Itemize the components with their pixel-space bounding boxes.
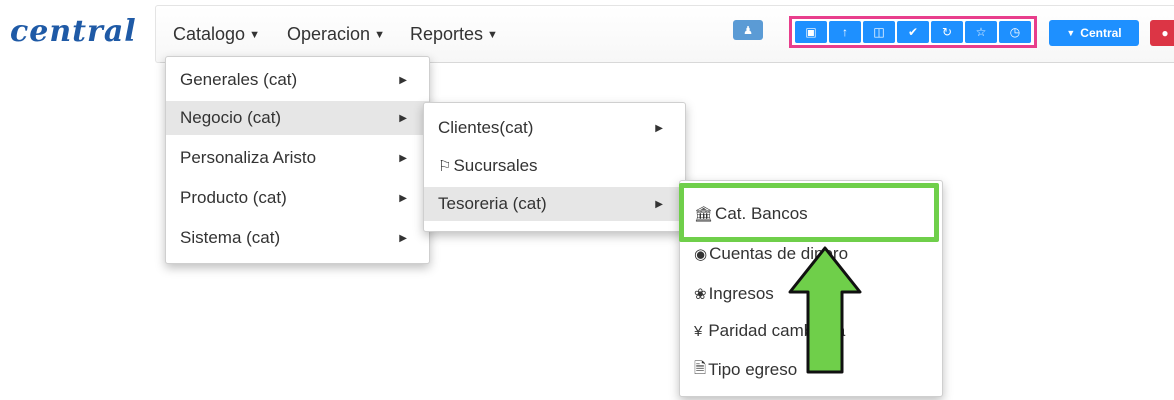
brand-logo[interactable]: central bbox=[10, 14, 137, 49]
menu-item-tesoreria[interactable]: Tesoreria (cat) ▶ bbox=[424, 187, 685, 221]
shield-icon: ◫ bbox=[873, 25, 885, 39]
gear-icon: ❀ bbox=[694, 286, 707, 303]
caret-right-icon: ▶ bbox=[655, 198, 663, 210]
menu-item-sistema[interactable]: Sistema (cat) ▶ bbox=[166, 221, 429, 255]
caret-down-icon: ▼ bbox=[487, 29, 498, 41]
tesoreria-submenu: 🏛 Cat. Bancos ◉ Cuentas de dinero ❀ Ingr… bbox=[679, 180, 943, 397]
menu-item-label: Cuentas de dinero bbox=[709, 244, 849, 263]
menu-item-tipo-egreso[interactable]: 🗎 Tipo egreso bbox=[680, 353, 942, 387]
box-button[interactable]: ▣ bbox=[795, 21, 827, 43]
check-button[interactable]: ✔ bbox=[897, 21, 929, 43]
upload-button[interactable]: ↑ bbox=[829, 21, 861, 43]
menu-item-generales[interactable]: Generales (cat) ▶ bbox=[166, 63, 429, 97]
star-button[interactable]: ☆ bbox=[965, 21, 997, 43]
menu-item-label: Tesoreria (cat) bbox=[438, 194, 547, 213]
menu-item-label: Personaliza Aristo bbox=[180, 148, 317, 167]
caret-right-icon: ▶ bbox=[399, 192, 407, 204]
refresh-button[interactable]: ↻ bbox=[931, 21, 963, 43]
menu-item-label: Sistema (cat) bbox=[180, 228, 281, 247]
caret-down-icon: ▼ bbox=[249, 29, 260, 41]
central-button-label: Central bbox=[1080, 26, 1122, 40]
menu-item-clientes[interactable]: Clientes(cat) ▶ bbox=[424, 111, 685, 145]
box-icon: ▣ bbox=[805, 25, 817, 39]
menu-item-label: Producto (cat) bbox=[180, 188, 287, 207]
upload-icon: ↑ bbox=[842, 25, 848, 39]
menu-item-sucursales[interactable]: ⚐ Sucursales bbox=[424, 149, 685, 183]
flag-icon: ⚐ bbox=[438, 158, 452, 175]
check-circle-icon: ✔ bbox=[907, 25, 919, 39]
caret-down-icon: ▼ bbox=[1066, 28, 1076, 38]
shield-button[interactable]: ◫ bbox=[863, 21, 895, 43]
menu-item-label: Paridad cambiaria bbox=[708, 321, 846, 340]
menu-item-personaliza[interactable]: Personaliza Aristo ▶ bbox=[166, 141, 429, 175]
catalogo-dropdown: Generales (cat) ▶ Negocio (cat) ▶ Person… bbox=[165, 56, 430, 264]
menu-item-label: Generales (cat) bbox=[180, 70, 298, 89]
menu-item-label: Cat. Bancos bbox=[715, 204, 808, 223]
bank-icon: 🏛 bbox=[694, 206, 714, 223]
yen-icon: ¥ bbox=[694, 322, 703, 340]
nav-catalogo[interactable]: Catalogo ▼ bbox=[173, 24, 260, 45]
menu-item-label: Tipo egreso bbox=[708, 360, 798, 379]
nav-catalogo-label: Catalogo bbox=[173, 24, 246, 44]
negocio-submenu: Clientes(cat) ▶ ⚐ Sucursales Tesoreria (… bbox=[423, 102, 686, 232]
user-button[interactable]: ♟ bbox=[733, 20, 763, 40]
clock-icon: ◷ bbox=[1009, 25, 1021, 39]
caret-down-icon: ▼ bbox=[374, 29, 385, 41]
user-icon: ♟ bbox=[743, 24, 753, 37]
nav-reportes[interactable]: Reportes ▼ bbox=[410, 24, 498, 45]
caret-right-icon: ▶ bbox=[399, 74, 407, 86]
caret-right-icon: ▶ bbox=[399, 112, 407, 124]
toolbar-button-group: ▣ ↑ ◫ ✔ ↻ ☆ ◷ bbox=[789, 16, 1037, 48]
menu-item-negocio[interactable]: Negocio (cat) ▶ bbox=[166, 101, 429, 135]
menu-item-label: Clientes(cat) bbox=[438, 118, 534, 137]
caret-right-icon: ▶ bbox=[399, 152, 407, 164]
central-button[interactable]: ▼ Central bbox=[1049, 20, 1139, 46]
menu-item-paridad[interactable]: ¥ Paridad cambiaria bbox=[680, 314, 942, 348]
star-icon: ☆ bbox=[975, 25, 987, 39]
menu-item-ingresos[interactable]: ❀ Ingresos bbox=[680, 277, 942, 311]
caret-right-icon: ▶ bbox=[655, 122, 663, 134]
menu-item-producto[interactable]: Producto (cat) ▶ bbox=[166, 181, 429, 215]
menu-item-cat-bancos[interactable]: 🏛 Cat. Bancos bbox=[680, 197, 942, 231]
alert-button[interactable]: ● bbox=[1150, 20, 1174, 46]
clock-button[interactable]: ◷ bbox=[999, 21, 1031, 43]
menu-item-label: Sucursales bbox=[453, 156, 538, 175]
alert-icon: ● bbox=[1161, 26, 1169, 40]
menu-item-cuentas-dinero[interactable]: ◉ Cuentas de dinero bbox=[680, 237, 942, 271]
nav-operacion-label: Operacion bbox=[287, 24, 371, 44]
nav-reportes-label: Reportes bbox=[410, 24, 484, 44]
menu-item-label: Ingresos bbox=[708, 284, 774, 303]
caret-right-icon: ▶ bbox=[399, 232, 407, 244]
money-circle-icon: ◉ bbox=[694, 246, 708, 263]
document-icon: 🗎 bbox=[694, 359, 707, 377]
nav-operacion[interactable]: Operacion ▼ bbox=[287, 24, 385, 45]
refresh-icon: ↻ bbox=[941, 25, 953, 39]
menu-item-label: Negocio (cat) bbox=[180, 108, 282, 127]
